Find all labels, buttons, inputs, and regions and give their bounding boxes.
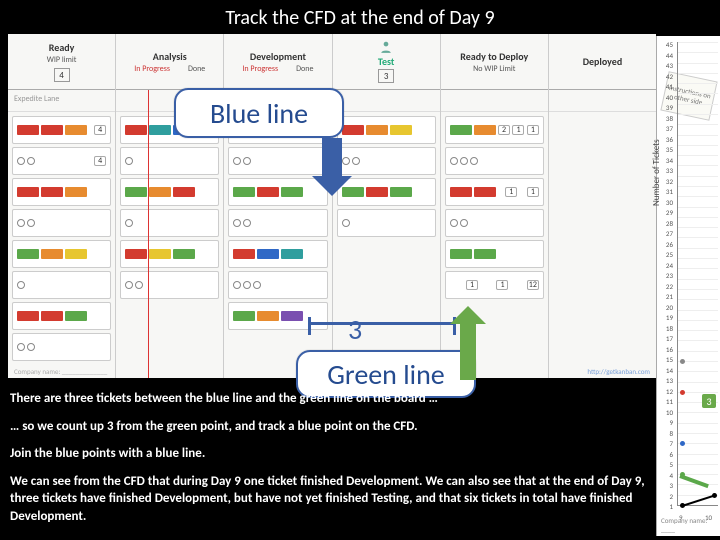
col-dev-sub1: In Progress (242, 64, 278, 74)
ticket-card[interactable] (337, 209, 436, 237)
col-ready-label: Ready (49, 41, 75, 54)
cfd-chart: Instructions on other side 4544434241403… (656, 36, 720, 536)
ticket-card[interactable] (120, 147, 219, 175)
ticket-card[interactable] (12, 271, 111, 299)
col-analysis: Analysis In ProgressDone 1 (116, 34, 224, 378)
col-analysis-label: Analysis (153, 50, 187, 63)
ticket-card[interactable] (12, 302, 111, 330)
col-analysis-sub2: Done (188, 64, 205, 74)
col-ready-deploy: Ready to Deploy No WIP Limit 211 11 1112 (441, 34, 549, 378)
cfd-point (680, 441, 685, 446)
ticket-card[interactable] (120, 240, 219, 268)
col-deployed: Deployed (549, 34, 656, 378)
col-rtd-sub: No WIP Limit (473, 64, 515, 74)
copy-p1: There are three tickets between the blue… (10, 391, 438, 406)
person-icon (379, 40, 393, 54)
board-footer-right: http://getkanban.com (587, 367, 650, 376)
ticket-card[interactable] (12, 178, 111, 206)
cfd-company: Company name: ____ (661, 516, 720, 534)
copy-p4: We can see from the CFD that during Day … (10, 474, 645, 524)
cfd-yticks: 4544434241403938373635343332313029282726… (659, 40, 673, 513)
ticket-card[interactable] (12, 240, 111, 268)
ticket-card[interactable] (337, 147, 436, 175)
col-test-label: Test (378, 55, 394, 68)
col-ready-sub: WIP limit (47, 55, 77, 65)
ticket-card[interactable]: 1112 (445, 271, 544, 299)
ticket-card[interactable] (12, 209, 111, 237)
copy-p3: Join the blue points with a blue line. (10, 446, 205, 461)
col-deployed-label: Deployed (583, 55, 623, 68)
col-rtd-label: Ready to Deploy (460, 50, 528, 63)
ticket-card[interactable] (445, 209, 544, 237)
ticket-card[interactable] (120, 271, 219, 299)
ticket-card[interactable] (337, 116, 436, 144)
board-footer-left: Company name: _____________ (14, 367, 107, 376)
ticket-card[interactable] (12, 333, 111, 361)
cfd-plot (677, 42, 718, 506)
col-ready: Ready WIP limit 4 Expedite Lane 4 4 (8, 34, 116, 378)
copy-p2: … so we count up 3 from the green point,… (10, 419, 418, 434)
explanation-text: There are three tickets between the blue… (10, 390, 646, 535)
cfd-segment (682, 495, 715, 507)
cfd-ylabel: Number of Tickets (651, 139, 662, 206)
badge-three: 3 (702, 394, 716, 408)
callout-three: 3 (348, 312, 362, 347)
expedite-lane: Expedite Lane (8, 90, 115, 112)
col-test-wip: 3 (378, 69, 394, 83)
ticket-card[interactable] (228, 240, 327, 268)
col-analysis-sub1: In Progress (134, 64, 170, 74)
bracket-icon (308, 322, 456, 340)
col-ready-wip: 4 (54, 68, 70, 82)
ticket-card[interactable]: 11 (445, 178, 544, 206)
col-dev-label: Development (250, 50, 306, 63)
ticket-card[interactable]: 4 (12, 116, 111, 144)
ticket-card[interactable] (445, 240, 544, 268)
kanban-board: Ready WIP limit 4 Expedite Lane 4 4 (8, 34, 656, 378)
ticket-card[interactable] (445, 147, 544, 175)
page-title: Track the CFD at the end of Day 9 (0, 0, 720, 34)
cfd-point (680, 390, 685, 395)
col-dev-sub2: Done (296, 64, 313, 74)
ticket-card[interactable] (228, 147, 327, 175)
callout-blue-line: Blue line (174, 88, 344, 138)
ticket-card[interactable] (228, 209, 327, 237)
cfd-point (680, 359, 685, 364)
ticket-card[interactable] (120, 178, 219, 206)
ticket-card[interactable] (228, 271, 327, 299)
cfd-green-hint (679, 474, 709, 488)
ticket-card[interactable]: 211 (445, 116, 544, 144)
ticket-card[interactable]: 4 (12, 147, 111, 175)
ticket-card[interactable] (120, 209, 219, 237)
